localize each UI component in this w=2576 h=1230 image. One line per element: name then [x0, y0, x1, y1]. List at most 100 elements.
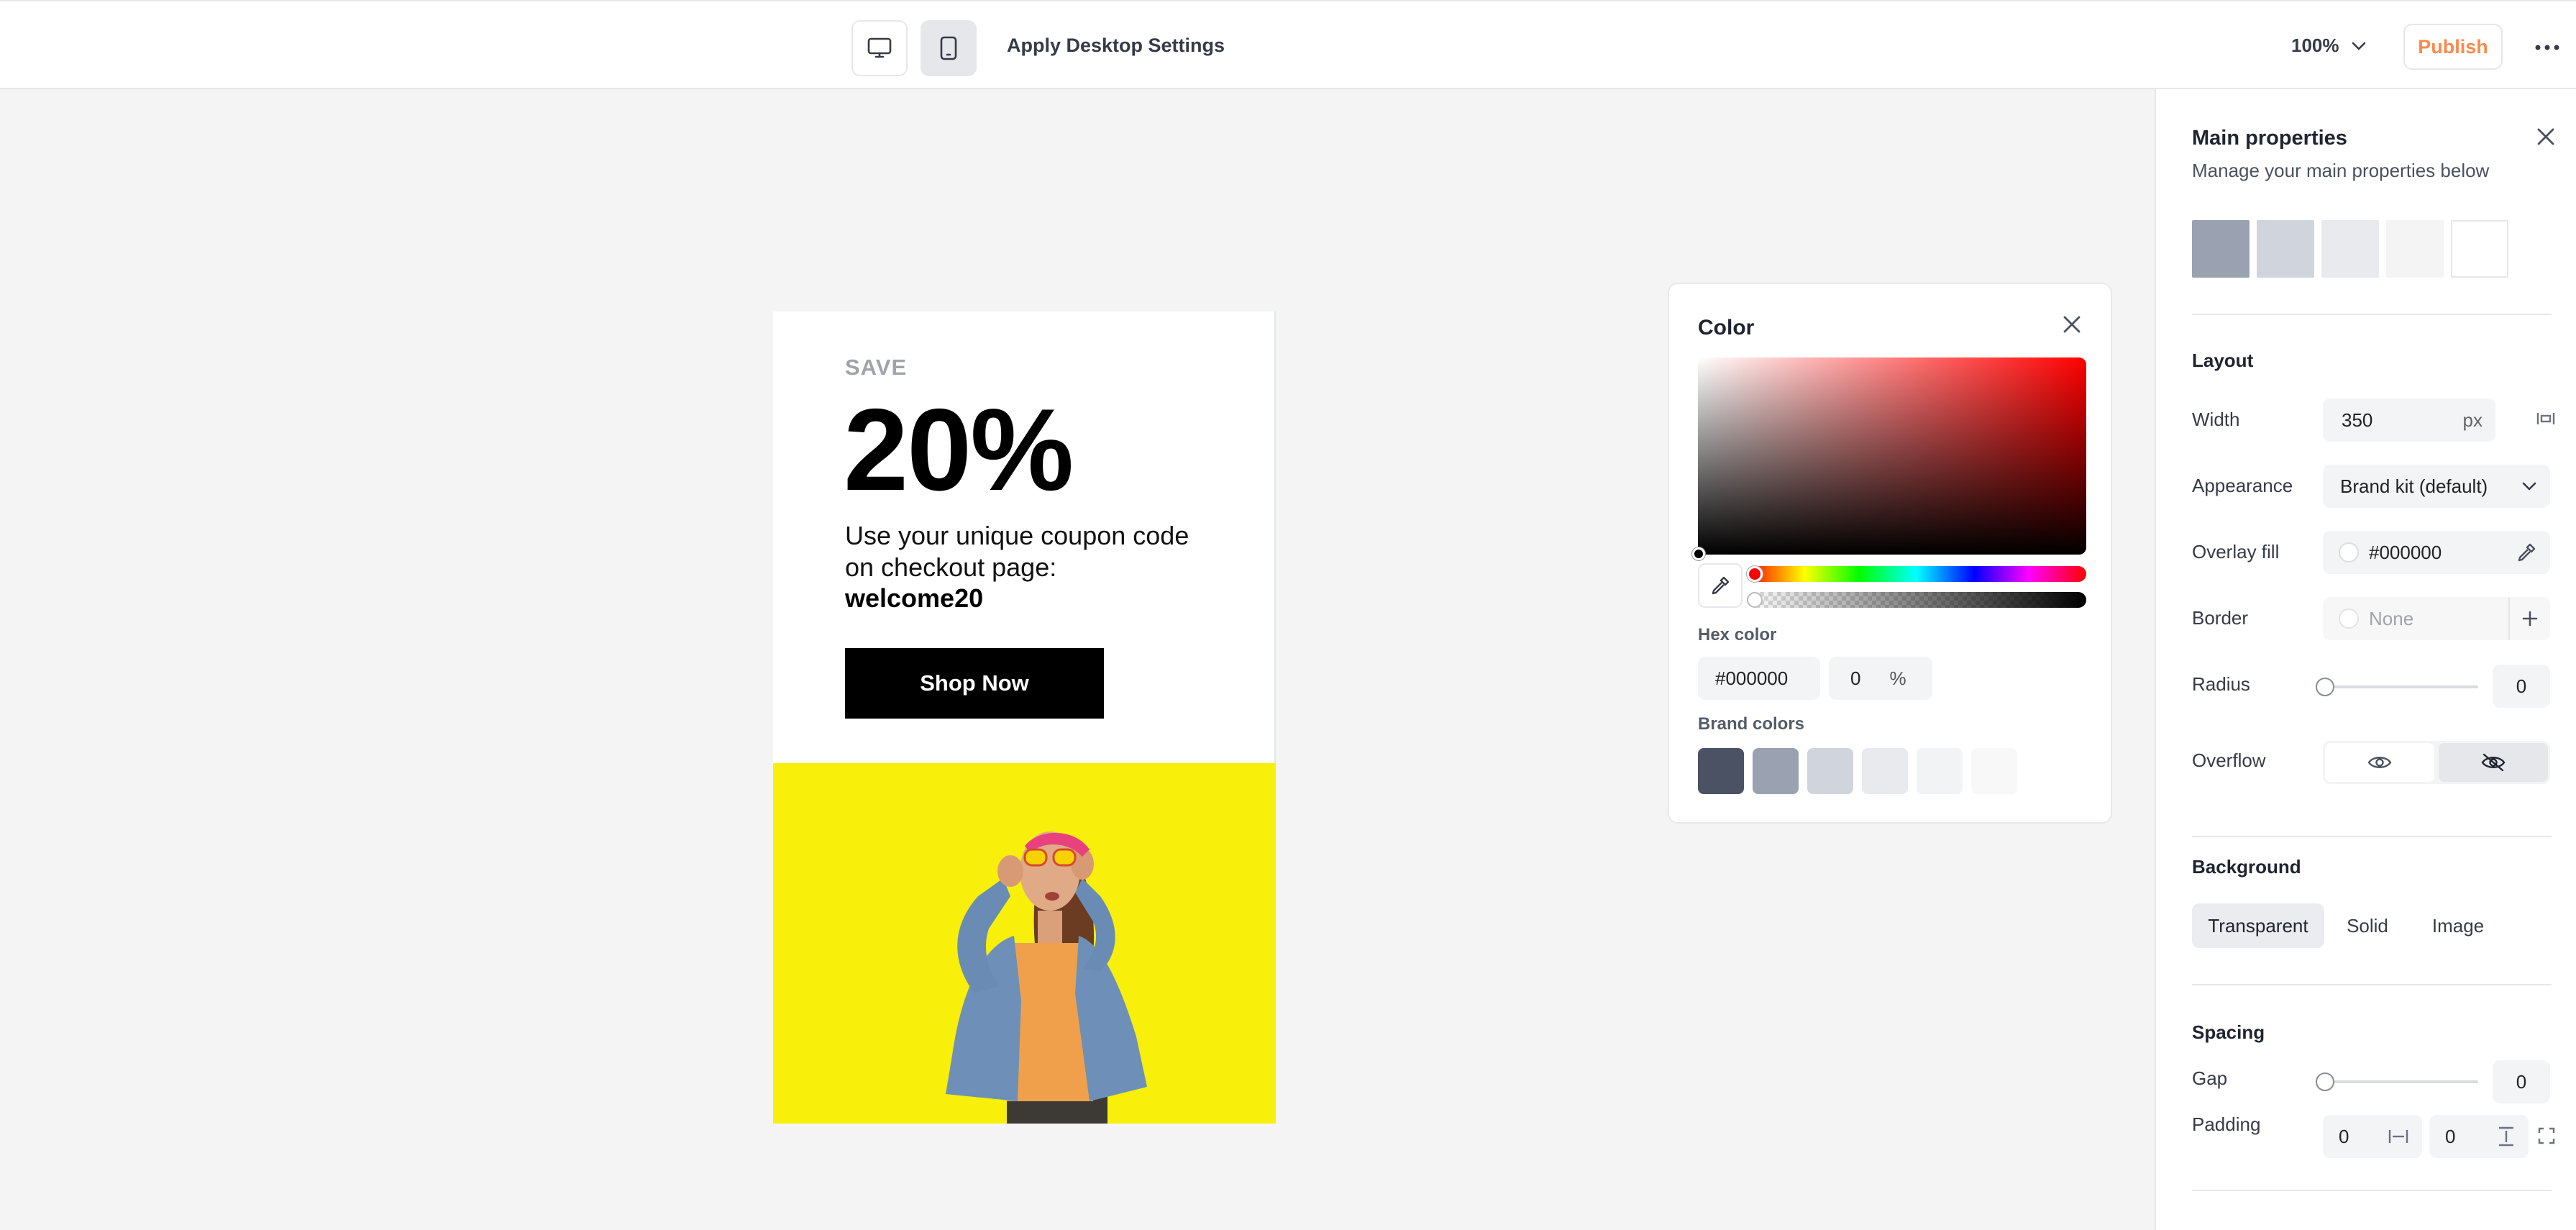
brand-color-swatch[interactable] [1753, 748, 1799, 794]
radius-slider-handle[interactable] [2316, 678, 2334, 696]
divider [2192, 1190, 2552, 1191]
background-section-title: Background [2192, 856, 2301, 878]
horizontal-padding-icon [2388, 1130, 2408, 1143]
palette-swatch[interactable] [2451, 220, 2508, 278]
background-tab-image[interactable]: Image [2415, 903, 2501, 948]
gap-slider[interactable] [2323, 1080, 2478, 1083]
radius-input[interactable]: 0 [2493, 665, 2550, 708]
palette-swatch[interactable] [2257, 220, 2314, 278]
apply-desktop-settings-link[interactable]: Apply Desktop Settings [1007, 35, 1225, 57]
popup-hero-image [773, 763, 1276, 1124]
hue-slider-handle[interactable] [1747, 566, 1763, 582]
color-picker-title: Color [1698, 316, 1755, 340]
divider [2192, 836, 2552, 837]
horizontal-resize-icon [2536, 413, 2555, 424]
alpha-percent-input[interactable]: 0 % [1829, 657, 1932, 700]
brand-color-swatch[interactable] [1698, 748, 1744, 794]
chevron-down-icon [2522, 482, 2536, 491]
overflow-toggle [2323, 741, 2550, 784]
popup-save-label: SAVE [845, 355, 908, 380]
more-options-button[interactable] [2531, 33, 2563, 62]
plus-icon[interactable] [2521, 610, 2539, 627]
hex-color-label: Hex color [1698, 625, 1777, 644]
popup-headline: 20% [844, 385, 1074, 515]
width-input[interactable]: 350 px [2323, 398, 2495, 442]
mobile-view-button[interactable] [921, 20, 977, 76]
width-unit: px [2462, 409, 2483, 431]
gap-label: Gap [2192, 1067, 2228, 1089]
border-color-chip [2339, 609, 2359, 629]
width-value: 350 [2342, 409, 2373, 431]
chevron-down-icon [2352, 42, 2365, 50]
radius-slider[interactable] [2323, 685, 2478, 688]
spacing-section-title: Spacing [2192, 1021, 2265, 1043]
overlay-fill-label: Overlay fill [2192, 541, 2280, 562]
border-input[interactable]: None [2323, 597, 2550, 640]
color-picker-popover: Color Hex color 0 % Brand colors [1668, 283, 2112, 824]
overflow-label: Overflow [2192, 750, 2266, 771]
eye-icon [2367, 757, 2392, 768]
fit-width-button[interactable] [2536, 410, 2556, 431]
publish-button[interactable]: Publish [2403, 24, 2503, 70]
overlay-color-chip[interactable] [2339, 542, 2359, 562]
palette-swatch[interactable] [2321, 220, 2379, 278]
padding-horizontal-input[interactable]: 0 [2323, 1115, 2422, 1158]
radius-value: 0 [2516, 675, 2527, 697]
width-label: Width [2192, 409, 2240, 430]
alpha-slider-handle[interactable] [1747, 592, 1763, 608]
close-panel-button[interactable] [2531, 122, 2560, 151]
alpha-unit: % [1889, 667, 1906, 689]
zoom-select[interactable]: 100% [2291, 35, 2367, 57]
top-bar: Apply Desktop Settings 100% Publish [0, 0, 2576, 89]
appearance-select[interactable]: Brand kit (default) [2323, 465, 2550, 508]
panel-title: Main properties [2192, 127, 2347, 150]
saturation-handle[interactable] [1692, 547, 1705, 560]
eyedropper-icon[interactable] [2516, 542, 2537, 563]
palette-swatch[interactable] [2386, 220, 2444, 278]
alpha-slider[interactable] [1747, 592, 2086, 608]
palette-swatch[interactable] [2192, 220, 2250, 278]
background-tab-transparent[interactable]: Transparent [2192, 903, 2324, 948]
overlay-fill-value: #000000 [2369, 541, 2442, 563]
saturation-brightness-area[interactable] [1698, 357, 2086, 555]
gap-value: 0 [2516, 1070, 2527, 1093]
background-tab-solid[interactable]: Solid [2331, 903, 2403, 948]
eyedropper-icon [1712, 576, 1730, 595]
desktop-view-button[interactable] [851, 20, 908, 76]
eye-off-icon [2481, 753, 2506, 772]
brand-colors-label: Brand colors [1698, 714, 1805, 734]
overflow-hidden-button[interactable] [2439, 743, 2548, 782]
vertical-padding-icon [2499, 1126, 2513, 1147]
popup-preview[interactable]: SAVE 20% Use your unique coupon code on … [773, 311, 1276, 1124]
hue-slider[interactable] [1747, 566, 2086, 582]
alpha-value: 0 [1850, 667, 1861, 689]
properties-panel: Main properties Manage your main propert… [2155, 89, 2576, 1230]
gap-slider-handle[interactable] [2316, 1072, 2334, 1091]
brand-color-swatch[interactable] [1862, 748, 1908, 794]
zoom-value: 100% [2291, 35, 2339, 56]
shop-now-button[interactable]: Shop Now [845, 648, 1104, 719]
padding-label: Padding [2192, 1113, 2261, 1135]
monitor-icon [867, 37, 892, 58]
more-horizontal-icon [2535, 45, 2559, 50]
overflow-visible-button[interactable] [2325, 743, 2434, 782]
overlay-fill-input[interactable]: #000000 [2323, 531, 2550, 574]
close-color-picker-button[interactable] [2057, 310, 2086, 339]
brand-color-swatch[interactable] [1807, 748, 1853, 794]
hex-color-input[interactable] [1698, 657, 1820, 700]
padding-vertical-input[interactable]: 0 [2429, 1115, 2529, 1158]
border-value: None [2369, 607, 2414, 629]
padding-horizontal-value: 0 [2339, 1125, 2349, 1147]
brand-color-swatches [1698, 748, 2017, 794]
brand-color-swatch[interactable] [1971, 748, 2017, 794]
woman-in-denim-jacket-illustration [946, 832, 1147, 1124]
padding-vertical-value: 0 [2445, 1125, 2456, 1147]
appearance-label: Appearance [2192, 475, 2293, 496]
expand-padding-button[interactable] [2537, 1126, 2556, 1149]
close-icon [2537, 128, 2554, 145]
brand-color-swatch[interactable] [1917, 748, 1963, 794]
gap-input[interactable]: 0 [2493, 1060, 2550, 1103]
panel-subtitle: Manage your main properties below [2192, 160, 2490, 181]
popup-body-text: Use your unique coupon code on checkout … [845, 521, 1189, 582]
eyedropper-button[interactable] [1698, 563, 1743, 608]
